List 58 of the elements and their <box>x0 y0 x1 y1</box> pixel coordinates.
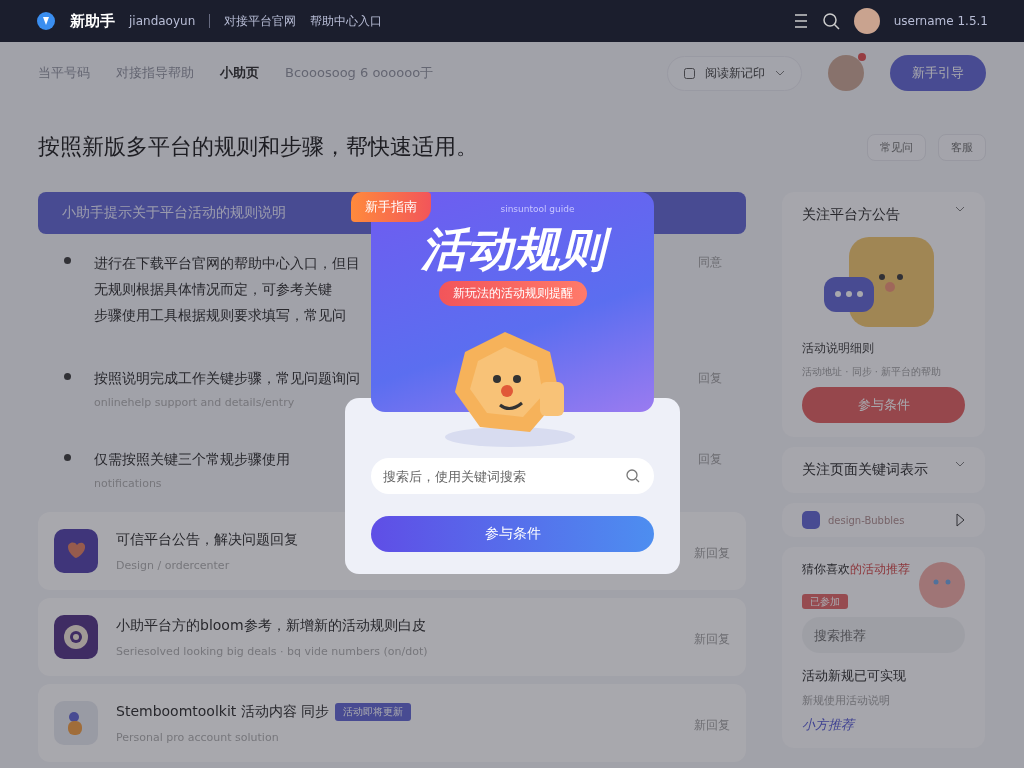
top-link[interactable]: 对接平台官网 <box>224 12 297 30</box>
square-icon <box>684 67 695 79</box>
bullet-dot <box>64 257 71 264</box>
card-title: 关注平台方公告 <box>802 206 900 224</box>
header-action[interactable]: 常见问 <box>867 133 926 161</box>
app-icon <box>802 511 820 529</box>
search-field[interactable]: 搜索后，使用关键词搜索 <box>371 458 654 494</box>
nav-tab[interactable]: 小助页 <box>220 64 259 82</box>
bullet-dot <box>64 373 71 380</box>
avatar[interactable] <box>853 8 880 34</box>
join-button[interactable]: 参与条件 <box>371 516 654 552</box>
chevron-down-icon <box>775 70 785 76</box>
article-title: 小助平台方的bloom参考，新增新的活动规则白皮 <box>116 616 426 635</box>
chevron-down-icon[interactable] <box>955 206 965 212</box>
top-link[interactable]: 帮助中心入口 <box>310 12 383 30</box>
bullet-text: 无规则根据具体情况而定，可参考关键 <box>94 280 332 299</box>
join-button[interactable]: 参与条件 <box>802 387 965 423</box>
recommend-link[interactable]: 小方推荐 <box>802 716 965 734</box>
dialog-subtitle: sinsuntool guide <box>500 204 575 214</box>
product-name: jiandaoyun <box>129 14 196 28</box>
header-action[interactable]: 客服 <box>938 133 986 161</box>
dialog-ribbon: 新玩法的活动规则提醒 <box>438 281 587 307</box>
dialog-title: 活动规则 <box>410 222 615 278</box>
article-title: 可信平台公告，解决问题回复 <box>116 530 298 549</box>
bullet-text: 进行在下载平台官网的帮助中心入口，但目 <box>94 254 360 273</box>
app-icon <box>54 615 98 659</box>
card-title: 猜你喜欢的活动推荐 <box>802 561 911 578</box>
keyword-item[interactable]: design-Bubbles <box>782 503 985 537</box>
nav-tab[interactable]: 当平号码 <box>38 64 90 82</box>
guide-button[interactable]: 新手引导 <box>890 55 986 91</box>
logo-text: 新助手 <box>70 11 115 31</box>
recommend-headline: 活动新规已可实现 <box>802 667 907 685</box>
search-icon[interactable] <box>821 12 840 30</box>
bullet-text: 仅需按照关键三个常规步骤使用 <box>94 450 291 469</box>
page-heading: 按照新版多平台的规则和步骤，帮快速适用。 <box>38 133 479 161</box>
bullet-text: 按照说明完成工作关键步骤，常见问题询问 <box>94 369 361 388</box>
nav-tab[interactable]: Bcooosoog 6 oooooo于 <box>285 64 434 82</box>
bullet-text: 步骤使用工具根据规则要求填写，常见问 <box>94 306 346 325</box>
article-title: Stemboomtoolkit 活动内容 同步 <box>116 702 330 721</box>
user-name: username 1.5.1 <box>893 14 988 28</box>
logo-icon <box>36 11 56 31</box>
keyword-text: design-Bubbles <box>828 514 906 526</box>
article-tag: 活动即将更新 <box>335 702 412 721</box>
nav-tab[interactable]: 对接指导帮助 <box>116 64 194 82</box>
card-title: 关注页面关键词表示 <box>802 461 928 479</box>
card-caption: 活动说明细则 <box>802 340 875 357</box>
search-icon <box>626 469 640 483</box>
app-icon <box>54 529 98 573</box>
search-field[interactable]: 搜索推荐 <box>802 617 965 653</box>
bullet-dot <box>64 454 71 461</box>
guide-badge: 新手指南 <box>351 192 431 222</box>
menu-icon[interactable] <box>793 13 808 29</box>
filter-dropdown[interactable]: 阅读新记印 <box>667 55 802 91</box>
face-icon <box>919 562 965 608</box>
chevron-down-icon[interactable] <box>955 461 965 467</box>
app-icon <box>54 701 98 745</box>
pointer-icon <box>955 513 965 527</box>
joined-tag: 已参加 <box>802 594 848 609</box>
